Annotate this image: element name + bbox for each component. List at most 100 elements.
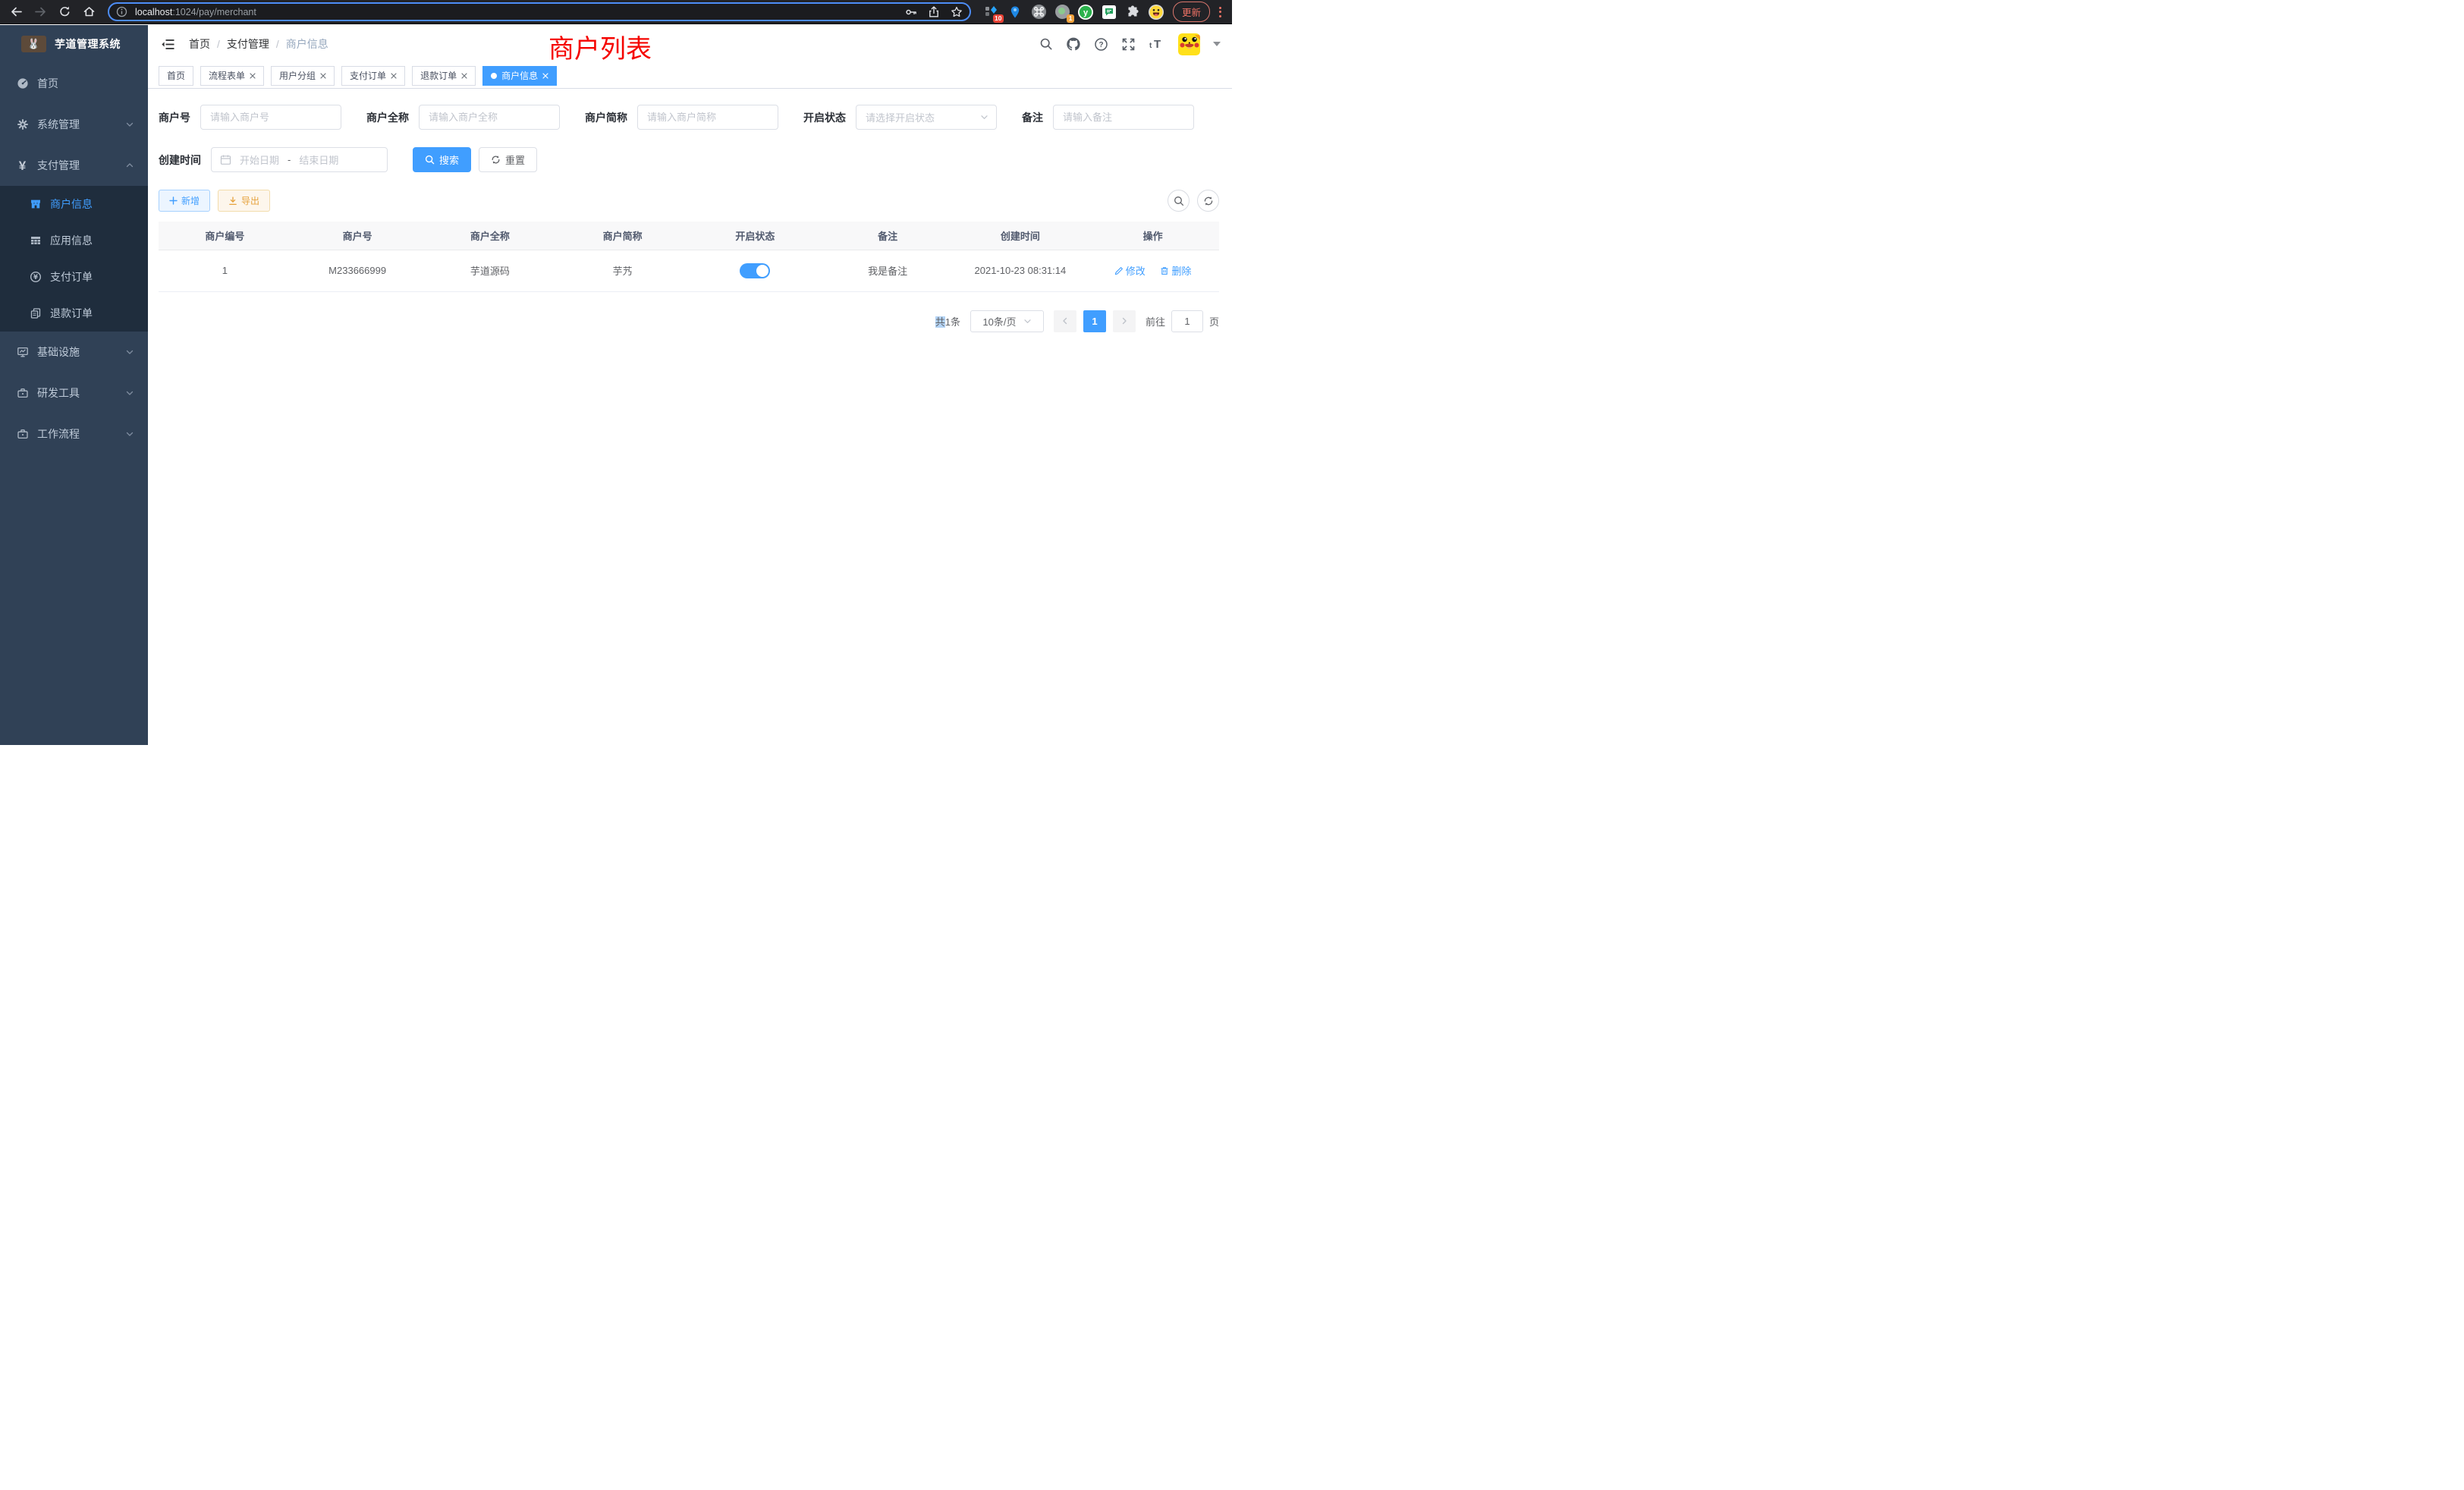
yudao-extension-icon[interactable]: y	[1077, 3, 1095, 20]
delete-link[interactable]: 删除	[1160, 263, 1191, 278]
prev-page-button[interactable]	[1054, 310, 1076, 332]
sidebar-item-label: 系统管理	[37, 117, 125, 132]
range-separator: -	[288, 154, 291, 165]
sidebar-item-system[interactable]: 系统管理	[0, 104, 148, 145]
app-logo: 🐰	[21, 36, 46, 52]
full-name-input[interactable]	[419, 105, 560, 130]
sidebar-item-app-info[interactable]: 应用信息	[0, 222, 148, 259]
edit-link[interactable]: 修改	[1114, 263, 1146, 278]
document-copy-icon	[29, 307, 42, 319]
sidebar-item-merchant-info[interactable]: 商户信息	[0, 186, 148, 222]
dashboard-icon	[16, 77, 29, 90]
browser-update-button[interactable]: 更新	[1173, 2, 1210, 22]
status-select-placeholder: 请选择开启状态	[866, 110, 935, 124]
status-label: 开启状态	[803, 110, 846, 125]
sidebar-collapse-icon[interactable]	[159, 36, 176, 52]
sidebar-item-payment[interactable]: ¥ 支付管理	[0, 145, 148, 186]
close-icon[interactable]	[391, 73, 397, 79]
cell-actions: 修改 删除	[1086, 250, 1219, 291]
fullscreen-icon[interactable]	[1121, 37, 1136, 52]
tags-view: 首页 流程表单 用户分组 支付订单 退款订单 商户信息	[148, 63, 1232, 89]
browser-home-button[interactable]	[79, 2, 99, 22]
address-bar[interactable]: localhost:1024/pay/merchant	[108, 2, 971, 21]
sidebar-item-dev-tools[interactable]: 研发工具	[0, 372, 148, 413]
github-icon[interactable]	[1066, 36, 1081, 52]
breadcrumb-home[interactable]: 首页	[189, 36, 210, 52]
start-date-placeholder: 开始日期	[240, 152, 279, 167]
tab-home[interactable]: 首页	[159, 66, 193, 86]
close-icon[interactable]	[542, 73, 548, 79]
sidebar-item-label: 支付管理	[37, 158, 125, 173]
browser-toolbar: localhost:1024/pay/merchant 10 1	[0, 0, 1232, 24]
browser-forward-button[interactable]	[30, 2, 50, 22]
user-avatar[interactable]	[1178, 33, 1200, 55]
col-remark: 备注	[822, 222, 954, 250]
breadcrumb-payment[interactable]: 支付管理	[227, 36, 269, 52]
cell-status	[689, 250, 822, 291]
pin-extension-icon[interactable]	[1007, 3, 1024, 20]
add-button[interactable]: 新增	[159, 190, 210, 212]
status-toggle[interactable]	[740, 263, 770, 278]
cell-merchant-id: 1	[159, 250, 291, 291]
next-page-button[interactable]	[1113, 310, 1136, 332]
page-number-button[interactable]: 1	[1083, 310, 1106, 332]
sidebar-item-workflow[interactable]: 工作流程	[0, 413, 148, 454]
page-size-select[interactable]: 10条/页	[970, 310, 1044, 332]
breadcrumb-current: 商户信息	[286, 36, 328, 52]
chat-extension-icon[interactable]	[1101, 3, 1118, 20]
col-full-name: 商户全称	[424, 222, 557, 250]
reset-button[interactable]: 重置	[479, 147, 537, 172]
site-info-icon[interactable]	[114, 5, 129, 20]
command-extension-icon[interactable]	[1030, 3, 1048, 20]
toggle-search-button[interactable]	[1168, 190, 1190, 212]
goto-page-input[interactable]	[1171, 310, 1203, 332]
create-time-range-picker[interactable]: 开始日期 - 结束日期	[211, 147, 388, 172]
chevron-down-icon	[1023, 317, 1032, 325]
password-key-icon[interactable]	[901, 2, 921, 22]
close-icon[interactable]	[461, 73, 467, 79]
annotation-merchant-list: 商户列表	[548, 28, 652, 65]
close-icon[interactable]	[250, 73, 256, 79]
app-logo-row[interactable]: 🐰 芋道管理系统	[0, 25, 148, 63]
tab-refund-order[interactable]: 退款订单	[412, 66, 476, 86]
help-icon[interactable]: ?	[1094, 37, 1108, 52]
breadcrumb: 首页 / 支付管理 / 商户信息	[189, 36, 328, 52]
tab-process-form[interactable]: 流程表单	[200, 66, 264, 86]
bookmark-star-icon[interactable]	[947, 2, 966, 22]
browser-menu-button[interactable]	[1215, 7, 1226, 17]
tab-label: 流程表单	[209, 69, 245, 82]
merchant-no-input[interactable]	[200, 105, 341, 130]
emoji-extension-icon[interactable]	[1148, 3, 1165, 20]
refresh-table-button[interactable]	[1197, 190, 1219, 212]
tab-user-group[interactable]: 用户分组	[271, 66, 335, 86]
search-icon[interactable]	[1039, 37, 1053, 51]
sidebar-item-home[interactable]: 首页	[0, 63, 148, 104]
share-icon[interactable]	[924, 2, 944, 22]
avatar-dropdown-caret-icon[interactable]	[1213, 42, 1221, 46]
chevron-down-icon	[125, 120, 134, 129]
chevron-up-icon	[125, 161, 134, 170]
extensions-puzzle-icon[interactable]	[1124, 3, 1142, 20]
short-name-input[interactable]	[637, 105, 778, 130]
close-icon[interactable]	[320, 73, 326, 79]
cell-merchant-no: M233666999	[291, 250, 424, 291]
browser-reload-button[interactable]	[55, 2, 74, 22]
search-button[interactable]: 搜索	[413, 147, 471, 172]
calendar-icon	[220, 154, 231, 165]
sidebar-item-refund-order[interactable]: 退款订单	[0, 295, 148, 332]
sidebar-item-pay-order[interactable]: ¥ 支付订单	[0, 259, 148, 295]
tab-merchant-info[interactable]: 商户信息	[482, 66, 557, 86]
chevron-down-icon	[980, 113, 988, 121]
tab-pay-order[interactable]: 支付订单	[341, 66, 405, 86]
sidebar-item-infrastructure[interactable]: 基础设施	[0, 332, 148, 372]
font-size-icon[interactable]: tT	[1149, 37, 1165, 51]
remark-input[interactable]	[1053, 105, 1194, 130]
monitor-icon	[16, 346, 29, 358]
browser-back-button[interactable]	[6, 2, 26, 22]
tasks-extension-icon[interactable]: 10	[983, 3, 1001, 20]
export-button[interactable]: 导出	[218, 190, 270, 212]
status-select[interactable]: 请选择开启状态	[856, 105, 997, 130]
create-time-label: 创建时间	[159, 152, 201, 168]
extension-badge: 1	[1067, 14, 1074, 23]
recorder-extension-icon[interactable]: 1	[1054, 3, 1071, 20]
